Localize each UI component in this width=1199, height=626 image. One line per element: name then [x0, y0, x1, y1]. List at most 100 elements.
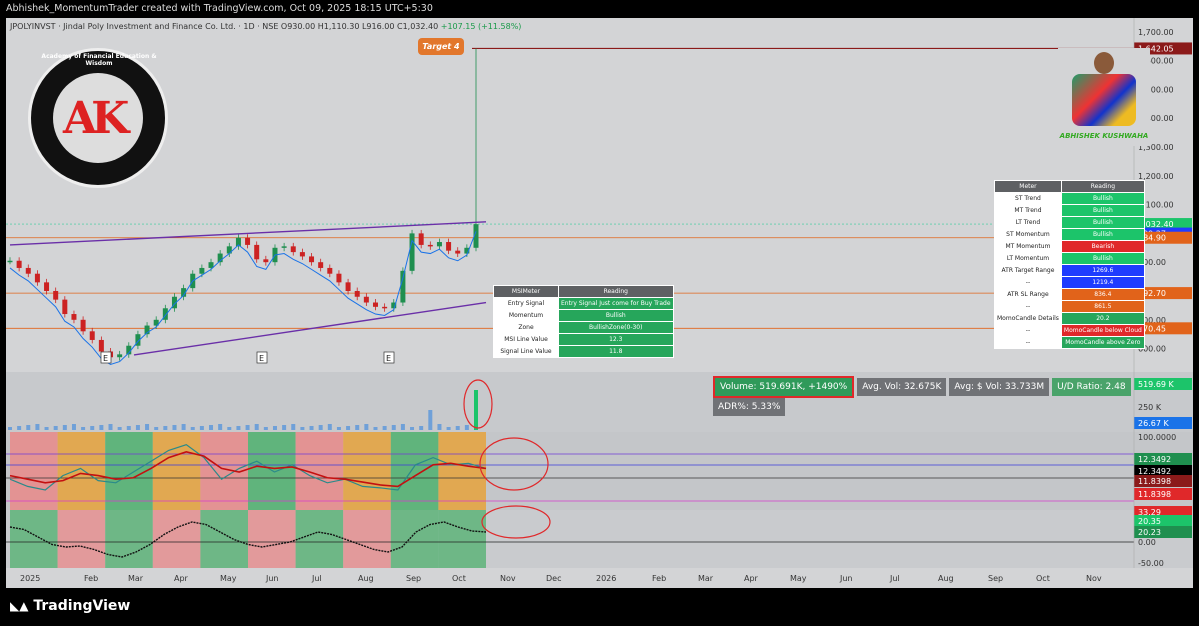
- volume-bar: [245, 425, 250, 430]
- momo-zone: [152, 510, 201, 568]
- x-tick-label: 2025: [20, 574, 40, 583]
- vol-y-tick: 250 K: [1138, 403, 1162, 412]
- volume-bar: [117, 427, 122, 430]
- momo-y-tick: -50.00: [1138, 559, 1164, 568]
- earnings-marker-label: E: [259, 354, 264, 363]
- x-tick-label: Feb: [652, 574, 666, 583]
- volume-bar: [336, 427, 341, 430]
- candle-body: [327, 267, 333, 274]
- msi-label: 12.3492: [1138, 455, 1171, 464]
- table-header-row: MSIMeter Reading: [493, 285, 674, 298]
- momo-y-tick: 0.00: [1138, 538, 1156, 547]
- table-value-cell: 1219.4: [1060, 276, 1145, 289]
- avg-vol-stat: Avg. Vol: 32.675K: [857, 378, 947, 396]
- x-tick-label: Feb: [84, 574, 98, 583]
- adr-stat: ADR%: 5.33%: [713, 398, 786, 416]
- table-row: LT Trend Bullish: [994, 216, 1145, 229]
- table-label-cell: Momentum: [493, 309, 559, 322]
- table-value-cell: Bullish: [1060, 252, 1145, 265]
- table-value-cell: Bullish: [1060, 192, 1145, 205]
- x-tick-label: Apr: [744, 574, 759, 583]
- table-row: LT Momentum Bullish: [994, 252, 1145, 265]
- volume-bar: [455, 426, 460, 430]
- volume-stat: Volume: 519.691K, +1490%: [713, 376, 855, 398]
- candle-body: [34, 273, 40, 283]
- table-label-cell: MSI Line Value: [493, 333, 559, 346]
- msi-label: 12.3492: [1138, 467, 1171, 476]
- table-row: MT Momentum Bearish: [994, 240, 1145, 253]
- candle-body: [89, 331, 95, 340]
- volume-bar: [126, 426, 131, 430]
- table-label-cell: LT Momentum: [994, 252, 1062, 265]
- target-annotation[interactable]: Target 4: [418, 38, 464, 55]
- msi-label: 11.8398: [1138, 490, 1171, 499]
- volume-bar: [90, 426, 95, 430]
- volume-bar: [62, 425, 67, 430]
- table-label-cell: ATR Target Range: [994, 264, 1062, 277]
- x-tick-label: Jun: [265, 574, 279, 583]
- table-value-cell: 861.5: [1060, 300, 1145, 313]
- ud-ratio-stat: U/D Ratio: 2.48: [1052, 378, 1131, 396]
- candle-body: [345, 282, 351, 291]
- candle-body: [98, 339, 104, 352]
- x-tick-label: 2026: [596, 574, 616, 583]
- volume-bar: [209, 425, 214, 430]
- candle-body: [455, 250, 461, 254]
- tradingview-logo[interactable]: ◣▲ TradingView: [10, 598, 130, 614]
- msi-zone: [10, 432, 58, 510]
- table-row: -- 861.5: [994, 300, 1145, 313]
- volume-bar: [44, 427, 49, 430]
- momo-zone: [295, 510, 344, 568]
- candle-body: [281, 246, 287, 248]
- author-avatar: ABHISHEK KUSHWAHA: [1058, 48, 1150, 146]
- momo-label: 20.23: [1138, 528, 1161, 537]
- volume-bar: [71, 424, 76, 430]
- earnings-marker-label: E: [103, 354, 108, 363]
- volume-bar: [391, 425, 396, 430]
- x-tick-label: Aug: [358, 574, 374, 583]
- volume-bar: [227, 427, 232, 430]
- volume-bar: [26, 425, 31, 430]
- msi-meter-table: MSIMeter Reading Entry Signal Entry Signal …: [493, 285, 674, 358]
- candle-body: [318, 262, 324, 268]
- volume-bar: [254, 424, 259, 430]
- high-value: 1,110.30: [323, 22, 360, 31]
- volume-bar: [218, 424, 223, 430]
- footer-bar: [0, 592, 1199, 626]
- table-value-cell: BullishZone(0-30): [558, 321, 674, 334]
- x-tick-label: Nov: [500, 574, 516, 583]
- attribution-text: Abhishek_MomentumTrader created with Tra…: [6, 3, 433, 14]
- x-tick-label: Nov: [1086, 574, 1102, 583]
- momo-zone: [10, 510, 58, 568]
- x-tick-label: Mar: [128, 574, 144, 583]
- table-label-cell: --: [994, 300, 1062, 313]
- candle-body: [418, 233, 424, 245]
- lower-trendline: [133, 301, 487, 356]
- volume-bar: [181, 424, 186, 430]
- volume-bar: [272, 426, 277, 430]
- volume-bar: [419, 426, 424, 430]
- table-label-cell: MT Trend: [994, 204, 1062, 217]
- table-row: Signal Line Value 11.8: [493, 345, 674, 358]
- avg-dollar-stat: Avg: $ Vol: 33.733M: [949, 378, 1050, 396]
- table-row: MSI Line Value 12.3: [493, 333, 674, 346]
- candle-body: [400, 270, 406, 303]
- table-label-cell: Entry Signal: [493, 297, 559, 310]
- msi-zone: [152, 432, 201, 510]
- table-row: ST Trend Bullish: [994, 192, 1145, 205]
- author-name: ABHISHEK KUSHWAHA: [1059, 132, 1149, 140]
- candle-body: [53, 290, 59, 300]
- volume-bar: [145, 424, 150, 430]
- msi-zone: [57, 432, 106, 510]
- volume-bar: [346, 426, 351, 430]
- avatar-shirt: [1072, 74, 1136, 126]
- candle-body: [290, 246, 296, 253]
- table-value-cell: Bearish: [1060, 240, 1145, 253]
- table-row: ATR Target Range 1269.6: [994, 264, 1145, 277]
- change-value: +107.15 (+11.58%): [440, 22, 522, 31]
- table-row: Zone BullishZone(0-30): [493, 321, 674, 334]
- volume-bar: [17, 426, 22, 430]
- table-value-cell: Entry Signal Just come for Buy Trade: [558, 297, 674, 310]
- chart-area[interactable]: 1,700.00 1,600.00 1,500.00 1,400.00 1,300.00…: [6, 18, 1193, 588]
- volume-bar: [410, 427, 415, 430]
